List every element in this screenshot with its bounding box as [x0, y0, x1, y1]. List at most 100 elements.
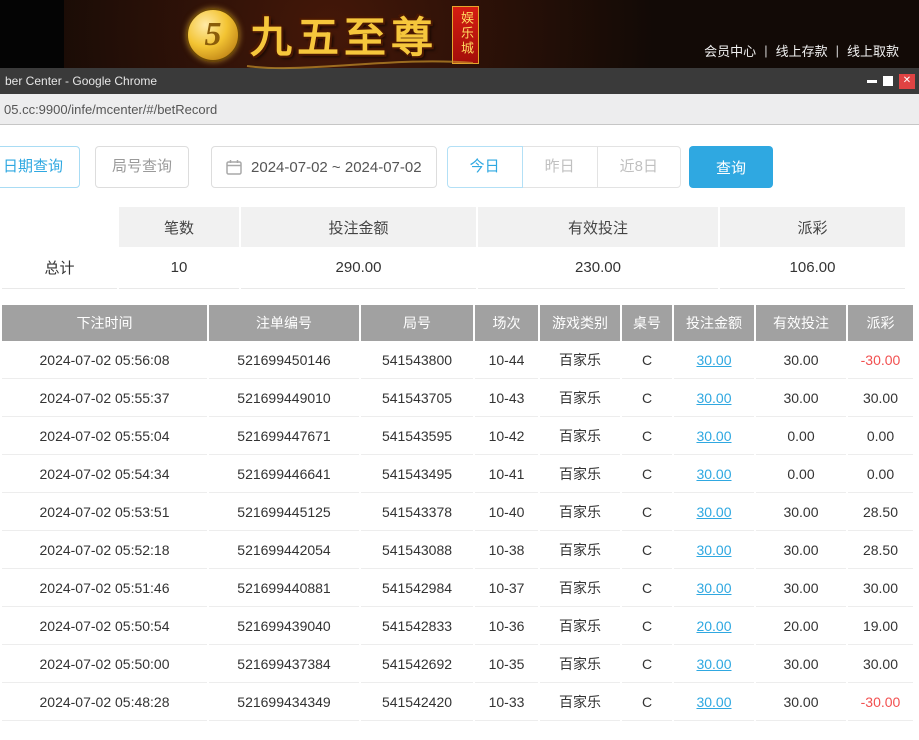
cell-table-no: C: [622, 569, 672, 607]
cell-bet-time: 2024-07-02 05:55:04: [2, 417, 207, 455]
filter-row: 日期查询 局号查询 2024-07-02 ~ 2024-07-02 今日 昨日 …: [0, 146, 919, 188]
corner-block: [0, 0, 64, 68]
cell-session: 10-33: [475, 683, 538, 721]
cell-valid-bet: 0.00: [756, 417, 846, 455]
cell-bet-id: 521699449010: [209, 379, 359, 417]
top-nav: 会员中心 | 线上存款 | 线上取款: [696, 41, 907, 60]
cell-bet-time: 2024-07-02 05:51:46: [2, 569, 207, 607]
cell-session: 10-42: [475, 417, 538, 455]
summary-table: 笔数 投注金额 有效投注 派彩 总计 10 290.00 230.00 106.…: [0, 207, 907, 289]
summary-header-amount: 投注金额: [241, 207, 476, 247]
nav-link-online-deposit[interactable]: 线上存款: [768, 41, 836, 60]
table-row: 2024-07-02 05:51:46 521699440881 5415429…: [2, 569, 913, 607]
cell-round-no: 541542833: [361, 607, 473, 645]
header-bet-id: 注单编号: [209, 305, 359, 341]
header-bet-amount: 投注金额: [674, 305, 754, 341]
bet-amount-link[interactable]: 30.00: [674, 455, 754, 493]
window-controls: ✕: [867, 74, 919, 89]
query-button[interactable]: 查询: [689, 146, 773, 188]
nav-link-member-center[interactable]: 会员中心: [696, 41, 764, 60]
today-button[interactable]: 今日: [447, 146, 523, 188]
table-row: 2024-07-02 05:55:37 521699449010 5415437…: [2, 379, 913, 417]
logo-coin-glyph: 5: [205, 18, 222, 52]
header-table-no: 桌号: [622, 305, 672, 341]
cell-session: 10-35: [475, 645, 538, 683]
cell-game-type: 百家乐: [540, 417, 620, 455]
last8days-button[interactable]: 近8日: [597, 146, 681, 188]
cell-bet-id: 521699445125: [209, 493, 359, 531]
table-row: 2024-07-02 05:55:04 521699447671 5415435…: [2, 417, 913, 455]
cell-session: 10-40: [475, 493, 538, 531]
cell-game-type: 百家乐: [540, 531, 620, 569]
bet-amount-link[interactable]: 30.00: [674, 417, 754, 455]
maximize-button[interactable]: [883, 76, 893, 86]
bet-amount-link[interactable]: 30.00: [674, 569, 754, 607]
cell-bet-time: 2024-07-02 05:48:28: [2, 683, 207, 721]
table-row: 2024-07-02 05:48:28 521699434349 5415424…: [2, 683, 913, 721]
yesterday-button[interactable]: 昨日: [522, 146, 598, 188]
table-row: 2024-07-02 05:53:51 521699445125 5415433…: [2, 493, 913, 531]
cell-session: 10-37: [475, 569, 538, 607]
payout-cell: 28.50: [848, 531, 913, 569]
cell-bet-time: 2024-07-02 05:52:18: [2, 531, 207, 569]
cell-bet-id: 521699437384: [209, 645, 359, 683]
cell-session: 10-38: [475, 531, 538, 569]
cell-valid-bet: 30.00: [756, 493, 846, 531]
cell-table-no: C: [622, 645, 672, 683]
cell-round-no: 541543378: [361, 493, 473, 531]
cell-table-no: C: [622, 417, 672, 455]
nav-link-online-withdraw[interactable]: 线上取款: [839, 41, 907, 60]
cell-round-no: 541542692: [361, 645, 473, 683]
bet-amount-link[interactable]: 30.00: [674, 341, 754, 379]
bet-table-header-row: 下注时间 注单编号 局号 场次 游戏类别 桌号 投注金额 有效投注 派彩: [2, 305, 913, 341]
cell-bet-id: 521699446641: [209, 455, 359, 493]
tab-round-query[interactable]: 局号查询: [95, 146, 189, 188]
cell-bet-time: 2024-07-02 05:55:37: [2, 379, 207, 417]
bet-record-table: 下注时间 注单编号 局号 场次 游戏类别 桌号 投注金额 有效投注 派彩 202…: [0, 305, 915, 721]
date-range-text: 2024-07-02 ~ 2024-07-02: [251, 159, 422, 176]
cell-valid-bet: 30.00: [756, 645, 846, 683]
cell-bet-time: 2024-07-02 05:53:51: [2, 493, 207, 531]
bet-table-body: 2024-07-02 05:56:08 521699450146 5415438…: [2, 341, 913, 721]
bet-amount-link[interactable]: 30.00: [674, 379, 754, 417]
cell-round-no: 541543705: [361, 379, 473, 417]
table-row: 2024-07-02 05:50:54 521699439040 5415428…: [2, 607, 913, 645]
cell-game-type: 百家乐: [540, 379, 620, 417]
cell-valid-bet: 30.00: [756, 683, 846, 721]
date-range-picker[interactable]: 2024-07-02 ~ 2024-07-02: [211, 146, 437, 188]
summary-total-row: 总计 10 290.00 230.00 106.00: [2, 247, 905, 289]
cell-table-no: C: [622, 493, 672, 531]
cell-round-no: 541543088: [361, 531, 473, 569]
cell-round-no: 541543595: [361, 417, 473, 455]
tab-date-query[interactable]: 日期查询: [0, 146, 80, 188]
bet-amount-link[interactable]: 30.00: [674, 531, 754, 569]
cell-valid-bet: 30.00: [756, 341, 846, 379]
summary-header-blank: [2, 207, 117, 247]
quick-date-group: 今日 昨日 近8日: [447, 146, 681, 188]
browser-urlbar[interactable]: 05.cc:9900/infe/mcenter/#/betRecord: [0, 94, 919, 125]
cell-table-no: C: [622, 531, 672, 569]
cell-table-no: C: [622, 379, 672, 417]
payout-cell: 30.00: [848, 645, 913, 683]
close-button[interactable]: ✕: [899, 74, 915, 89]
minimize-button[interactable]: [867, 80, 877, 83]
cell-game-type: 百家乐: [540, 607, 620, 645]
cell-session: 10-43: [475, 379, 538, 417]
payout-cell: 30.00: [848, 379, 913, 417]
cell-bet-time: 2024-07-02 05:56:08: [2, 341, 207, 379]
cell-game-type: 百家乐: [540, 645, 620, 683]
bet-amount-link[interactable]: 30.00: [674, 493, 754, 531]
cell-table-no: C: [622, 341, 672, 379]
payout-cell: 0.00: [848, 417, 913, 455]
cell-game-type: 百家乐: [540, 493, 620, 531]
bet-amount-link[interactable]: 20.00: [674, 607, 754, 645]
url-text[interactable]: 05.cc:9900/infe/mcenter/#/betRecord: [4, 102, 217, 117]
bet-amount-link[interactable]: 30.00: [674, 683, 754, 721]
cell-round-no: 541542984: [361, 569, 473, 607]
cell-bet-time: 2024-07-02 05:50:54: [2, 607, 207, 645]
bet-amount-link[interactable]: 30.00: [674, 645, 754, 683]
cell-valid-bet: 0.00: [756, 455, 846, 493]
payout-cell: -30.00: [848, 683, 913, 721]
header-session: 场次: [475, 305, 538, 341]
summary-total-label: 总计: [2, 247, 117, 289]
